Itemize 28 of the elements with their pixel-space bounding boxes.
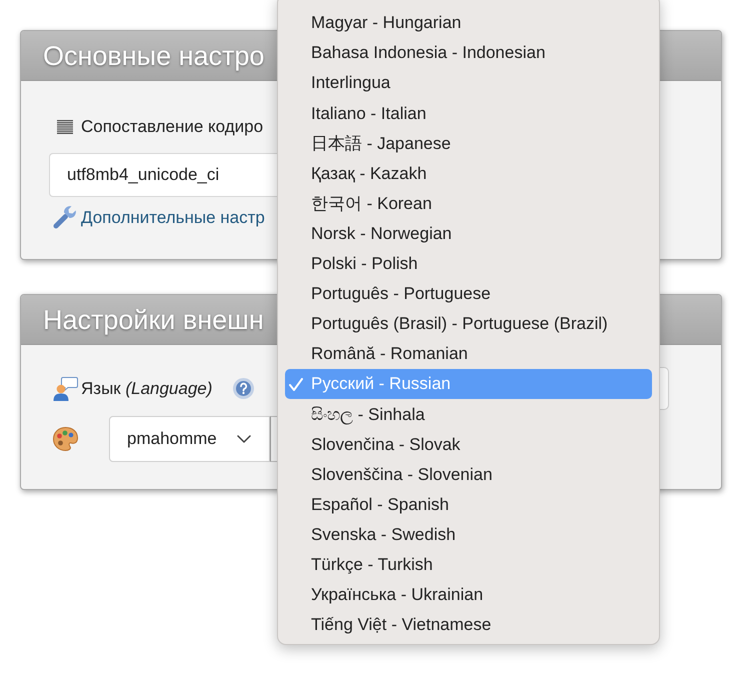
dropdown-option[interactable]: Bahasa Indonesia - Indonesian	[285, 38, 652, 68]
field-label: Сопоставление кодиро	[81, 116, 264, 138]
dropdown-option[interactable]: Norsk - Norwegian	[285, 218, 652, 249]
theme-select[interactable]: pmahomme	[109, 416, 270, 462]
dropdown-option[interactable]: Slovenčina - Slovak	[285, 429, 652, 460]
chevron-down-icon	[237, 435, 251, 443]
dropdown-option[interactable]: Українська - Ukrainian	[285, 580, 652, 610]
dropdown-option[interactable]: Español - Spanish	[285, 490, 652, 520]
dropdown-option[interactable]: Svenska - Swedish	[285, 520, 652, 550]
person-speech-icon	[53, 376, 78, 401]
dropdown-option[interactable]: 日本語 - Japanese	[285, 128, 652, 158]
dropdown-option[interactable]: Polski - Polish	[285, 248, 652, 279]
dropdown-option[interactable]: Tiếng Việt - Vietnamese	[285, 610, 652, 640]
dropdown-option[interactable]: 한국어 - Korean	[285, 188, 652, 219]
dropdown-option[interactable]: Türkçe - Turkish	[285, 550, 652, 580]
field-label: Язык (Language)	[81, 378, 212, 400]
dropdown-option[interactable]: Slovenščina - Slovenian	[285, 459, 652, 490]
check-icon	[289, 378, 303, 391]
dropdown-option[interactable]: Қазақ - Kazakh	[285, 158, 652, 189]
wrench-icon	[53, 206, 76, 229]
dropdown-option[interactable]: Português (Brasil) - Portuguese (Brazil)	[285, 308, 652, 340]
list-lines-icon	[57, 120, 73, 134]
dropdown-option[interactable]: Italiano - Italian	[285, 98, 652, 128]
help-icon[interactable]	[233, 378, 254, 399]
palette-icon	[53, 427, 78, 451]
advanced-settings-link[interactable]: Дополнительные настр	[81, 204, 265, 230]
dropdown-option[interactable]: සිංහල - Sinhala	[285, 399, 652, 430]
collation-select[interactable]: utf8mb4_unicode_ci	[49, 152, 280, 196]
